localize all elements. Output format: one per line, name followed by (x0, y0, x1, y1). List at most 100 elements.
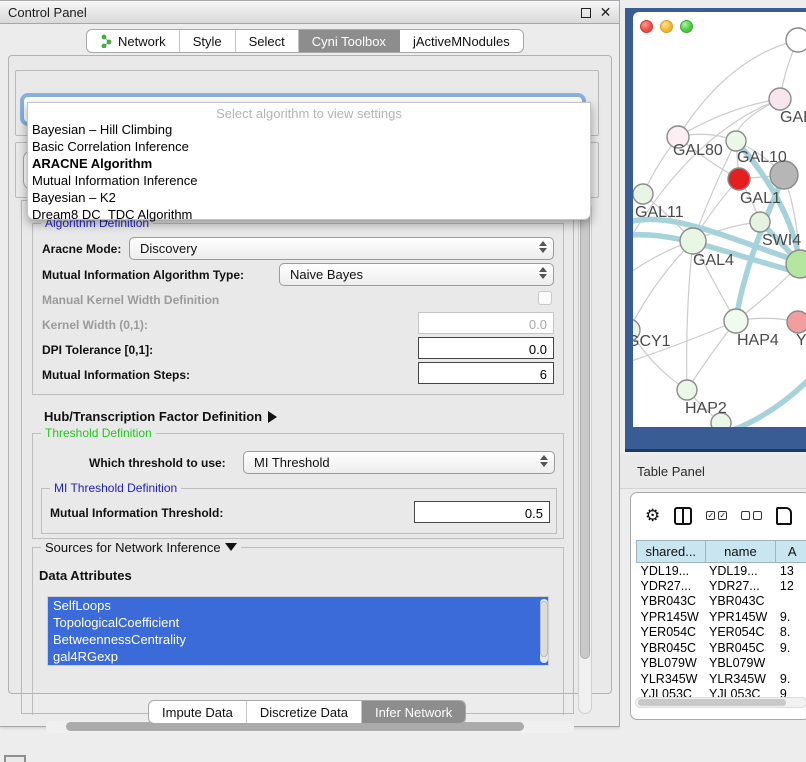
attribute-item-gal4rgexp[interactable]: gal4RGexp (48, 648, 548, 665)
kernel-width-label: Kernel Width (0,1): (42, 318, 148, 332)
dpi-tolerance-field[interactable] (418, 337, 554, 359)
table-row[interactable]: YDL19...YDL19...13 (637, 563, 806, 579)
attributes-scrollbar[interactable] (540, 599, 548, 663)
network-node-gal-pink[interactable] (769, 88, 791, 110)
close-icon[interactable]: ✕ (599, 6, 612, 19)
network-node-swi4[interactable] (750, 212, 770, 232)
algorithm-option-bayesian-hill-climbing[interactable]: Bayesian – Hill Climbing (28, 121, 590, 138)
table-cell: YDR27... (637, 578, 706, 594)
network-node-hap4[interactable] (724, 309, 748, 333)
table-cell: 13 (776, 563, 806, 579)
table-row[interactable]: YPR145WYPR145W9. (637, 609, 806, 625)
table-row[interactable]: YBL079WYBL079W (637, 656, 806, 672)
tab-network[interactable]: Network (87, 30, 180, 52)
network-node-hap2[interactable] (677, 380, 697, 400)
data-attributes-label: Data Attributes (39, 568, 132, 583)
tab-label: Cyni Toolbox (312, 34, 386, 49)
mi-threshold-title: MI Threshold Definition (50, 481, 181, 495)
sources-toggle[interactable]: Sources for Network Inference (41, 540, 241, 555)
attribute-item-selfloops[interactable]: SelfLoops (48, 597, 548, 614)
settings-scrollbar-thumb[interactable] (580, 207, 590, 659)
network-node-gal1-red[interactable] (728, 168, 750, 190)
table-cell: YBR043C (637, 594, 706, 610)
network-node-gal4[interactable] (680, 228, 706, 254)
network-node-top-node[interactable] (786, 28, 806, 52)
column-header-a[interactable]: A (776, 541, 806, 563)
settings-scrollbar[interactable] (578, 202, 592, 714)
column-header-name[interactable]: name (705, 541, 776, 563)
cyni-algorithm-settings-group: Cyni Algorithm Settings Algorithm Defini… (21, 200, 574, 714)
network-node-gal10[interactable] (726, 131, 746, 151)
algorithm-option-basic-correlation-inference[interactable]: Basic Correlation Inference (28, 138, 590, 155)
table-cell: YBR045C (637, 640, 706, 656)
aracne-mode-combobox[interactable]: Discovery (129, 237, 554, 260)
deselect-all-checkboxes-icon[interactable] (741, 511, 762, 520)
split-panel-icon[interactable] (674, 507, 692, 525)
mi-algorithm-type-combobox[interactable]: Naive Bayes (279, 263, 554, 286)
gear-icon[interactable]: ⚙ (645, 506, 660, 526)
control-panel-tabbar: Network Style Select Cyni Toolbox jActiveMNo… (86, 29, 524, 53)
tab-label: Style (193, 34, 222, 49)
network-canvas[interactable]: GALGAL80GAL10GAL1GAL11SWI4GAL4GCY1HAP4YH… (633, 12, 806, 427)
network-node-salmon-node[interactable] (787, 311, 806, 333)
attribute-item-betweennesscentrality[interactable]: BetweennessCentrality (48, 631, 548, 648)
table-row[interactable]: YDR27...YDR27...12 (637, 578, 806, 594)
table-toolbar: ⚙ ✓✓ (631, 493, 806, 538)
float-window-icon[interactable] (581, 8, 591, 18)
algorithm-option-aracne-algorithm[interactable]: ARACNE Algorithm (28, 155, 590, 172)
data-attributes-list: SelfLoopsTopologicalCoefficientBetweenne… (47, 596, 549, 666)
manual-kernel-width-checkbox[interactable] (538, 291, 552, 305)
network-edge-thick (688, 370, 806, 427)
table-row[interactable]: YBR043CYBR043C (637, 594, 806, 610)
control-panel-titlebar[interactable]: Control Panel ✕ (0, 1, 619, 24)
table-row[interactable]: YBR045CYBR045C9. (637, 640, 806, 656)
hub-definition-toggle[interactable]: Hub/Transcription Factor Definition (44, 409, 277, 424)
tab-cyni-toolbox[interactable]: Cyni Toolbox (299, 30, 400, 52)
collapsed-arrow-icon (268, 411, 277, 423)
algorithm-option-bayesian-k2[interactable]: Bayesian – K2 (28, 189, 590, 206)
algorithm-option-dream8-dc-tdc-algorithm[interactable]: Dream8 DC_TDC Algorithm (28, 206, 590, 223)
mi-threshold-group: MI Threshold Definition Mutual Informati… (41, 488, 557, 534)
table-cell: 9. (776, 609, 806, 625)
select-all-checkboxes-icon[interactable]: ✓✓ (706, 511, 727, 520)
tab-impute-data[interactable]: Impute Data (149, 701, 247, 723)
network-label-gal4: GAL4 (693, 252, 734, 269)
network-view-window[interactable]: GALGAL80GAL10GAL1GAL11SWI4GAL4GCY1HAP4YH… (633, 12, 806, 427)
network-label-gal1: GAL1 (740, 190, 781, 207)
network-edge (633, 241, 693, 330)
column-header-shared[interactable]: shared... (637, 541, 706, 563)
table-cell: YBL079W (637, 656, 706, 672)
algorithm-option-mutual-information-inference[interactable]: Mutual Information Inference (28, 172, 590, 189)
mi-steps-field[interactable] (418, 362, 554, 384)
table-row[interactable]: YLR345WYLR345W9. (637, 671, 806, 687)
network-label-hap4: HAP4 (737, 332, 779, 349)
table-horizontal-scrollbar[interactable] (635, 697, 806, 708)
attribute-item-topologicalcoefficient[interactable]: TopologicalCoefficient (48, 614, 548, 631)
kernel-width-field[interactable] (418, 312, 554, 334)
dpi-tolerance-label: DPI Tolerance [0,1]: (42, 343, 153, 357)
table-cell (776, 656, 806, 672)
table-row[interactable]: YER054CYER054C8. (637, 625, 806, 641)
tab-jactivemnodules[interactable]: jActiveMNodules (400, 30, 523, 52)
corner-button[interactable] (4, 755, 26, 762)
which-threshold-combobox[interactable]: MI Threshold (243, 451, 555, 474)
tab-style[interactable]: Style (180, 30, 236, 52)
mi-threshold-field[interactable] (414, 501, 550, 523)
page-icon[interactable] (776, 507, 792, 525)
tab-infer-network[interactable]: Infer Network (362, 701, 465, 723)
stepper-icon (539, 241, 547, 253)
network-label-y: Y (796, 332, 806, 349)
tab-select[interactable]: Select (236, 30, 299, 52)
network-view-frame: GALGAL80GAL10GAL1GAL11SWI4GAL4GCY1HAP4YH… (625, 8, 806, 452)
table-cell: 8. (776, 625, 806, 641)
threshold-definition-group: Threshold Definition Which threshold to … (32, 433, 564, 539)
table-panel-titlebar[interactable]: Table Panel (620, 455, 806, 489)
hub-definition-label: Hub/Transcription Factor Definition (44, 409, 262, 424)
network-node-gal11[interactable] (633, 184, 653, 204)
manual-kernel-width-label: Manual Kernel Width Definition (42, 293, 219, 307)
aracne-mode-value: Discovery (140, 241, 197, 256)
algorithm-definition-group: Algorithm Definition Aracne Mode: Discov… (32, 223, 564, 395)
tab-discretize-data[interactable]: Discretize Data (247, 701, 362, 723)
control-panel-content: gal4filtered.sif default node Select alg… (8, 55, 612, 694)
network-label-gcy1: GCY1 (633, 333, 671, 350)
